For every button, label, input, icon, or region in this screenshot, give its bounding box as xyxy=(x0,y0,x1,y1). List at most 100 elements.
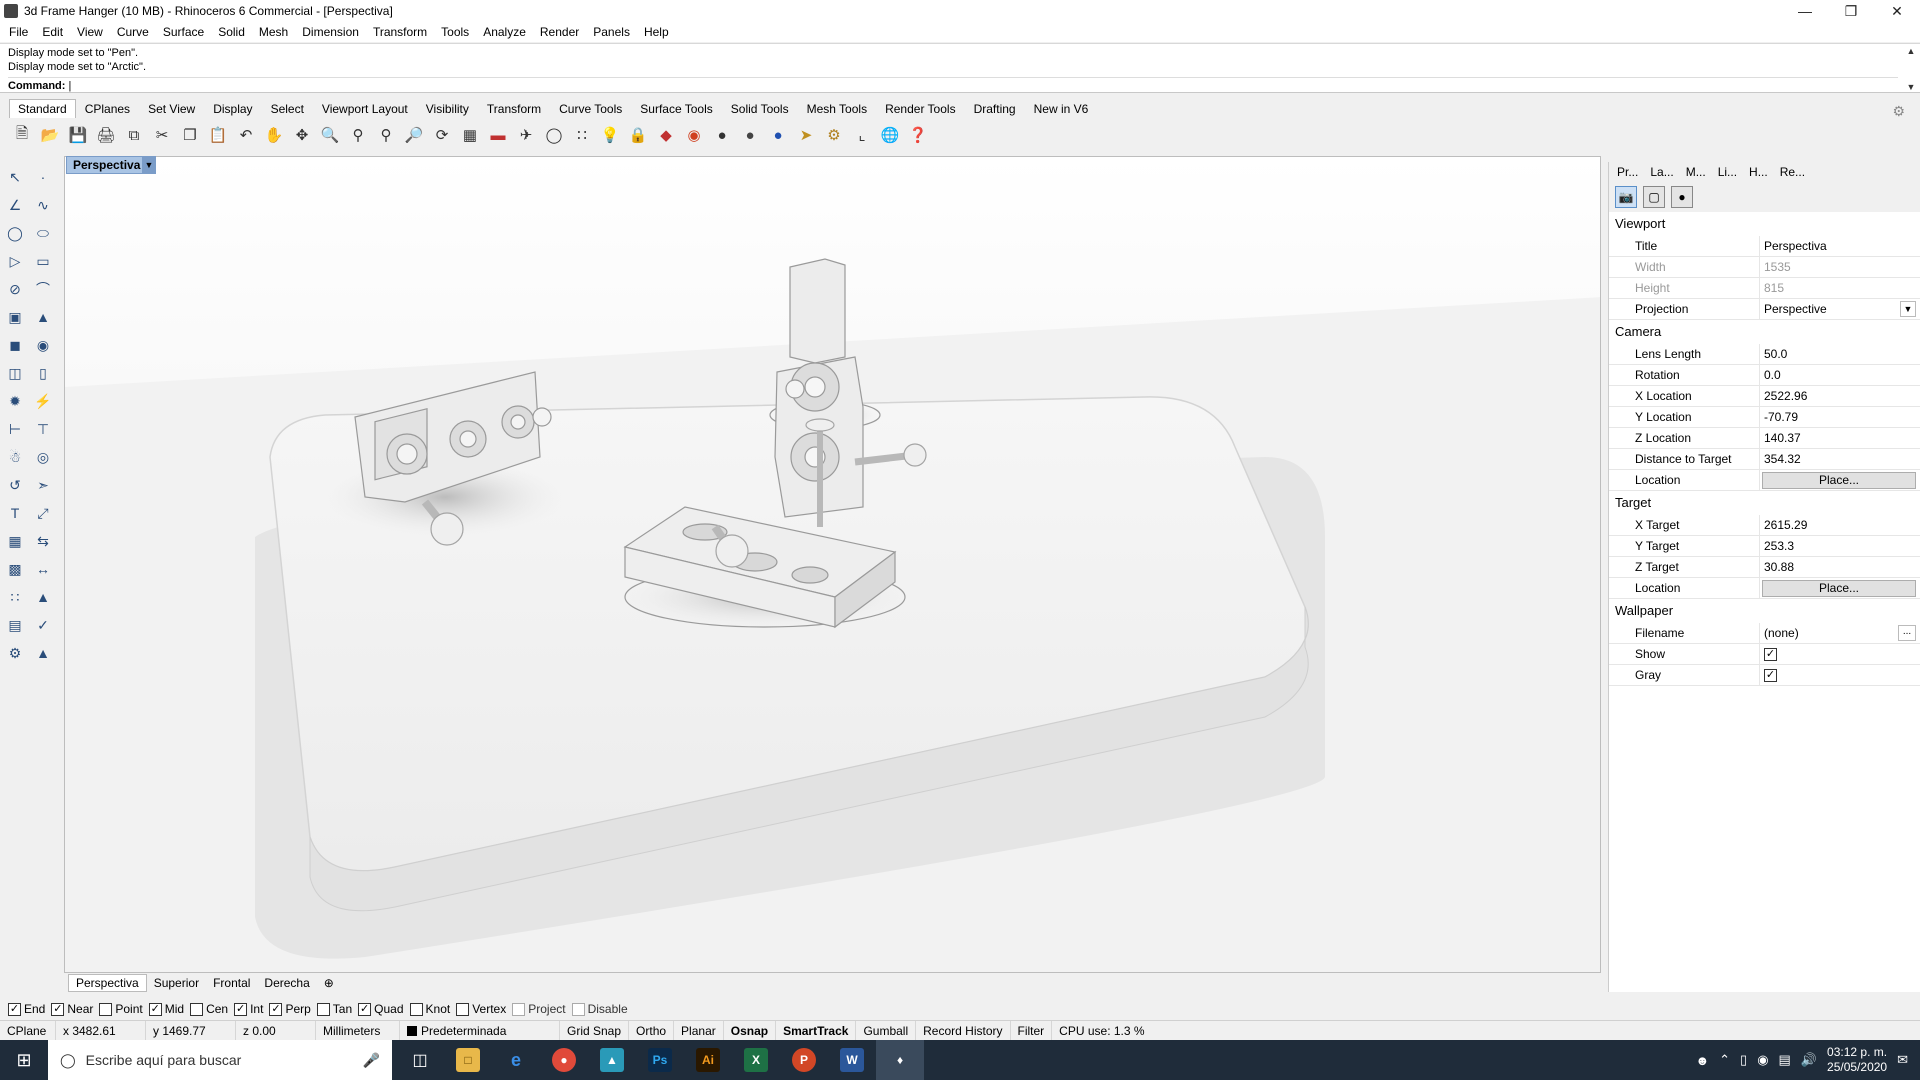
add-viewport-icon[interactable]: ⊕ xyxy=(317,975,341,991)
color-wheel-icon[interactable]: ◉ xyxy=(682,123,706,147)
car-render-icon[interactable]: ▬ xyxy=(486,123,510,147)
tab-cplanes[interactable]: CPlanes xyxy=(76,99,139,118)
grid-icon[interactable]: ▦ xyxy=(458,123,482,147)
network-icon[interactable]: ▤ xyxy=(1779,1052,1791,1068)
photoshop-icon[interactable]: Ps xyxy=(636,1040,684,1080)
microphone-icon[interactable]: 🎤 xyxy=(363,1052,380,1069)
sphere-render-icon[interactable]: ● xyxy=(738,123,762,147)
grid-snap-toggle[interactable]: Grid Snap xyxy=(560,1020,630,1041)
powerpoint-icon[interactable]: P xyxy=(780,1040,828,1080)
menu-help[interactable]: Help xyxy=(637,25,676,39)
tab-help[interactable]: H... xyxy=(1745,165,1772,179)
point-icon[interactable]: · xyxy=(32,166,54,188)
render-icon[interactable]: ▲ xyxy=(32,586,54,608)
dimension-icon[interactable]: ⌞ xyxy=(850,123,874,147)
osnap-int[interactable]: ✓ Int xyxy=(234,1002,263,1016)
x-location-field[interactable]: 2522.96 xyxy=(1759,385,1920,407)
browse-button[interactable]: ... xyxy=(1898,624,1916,641)
camera-icon[interactable]: 📷 xyxy=(1615,186,1637,208)
planar-toggle[interactable]: Planar xyxy=(674,1020,724,1041)
osnap-checkbox[interactable] xyxy=(456,1002,470,1016)
trim-icon[interactable]: ⊢ xyxy=(4,418,26,440)
gear-icon[interactable]: ⚙ xyxy=(822,123,846,147)
taskbar-search[interactable]: ◯ Escribe aquí para buscar 🎤 xyxy=(48,1040,392,1080)
volume-icon[interactable]: 🔊 xyxy=(1801,1052,1817,1068)
x-target-field[interactable]: 2615.29 xyxy=(1759,514,1920,536)
notifications-icon[interactable]: ✉ xyxy=(1897,1052,1908,1068)
tab-layers[interactable]: La... xyxy=(1646,165,1677,179)
menu-transform[interactable]: Transform xyxy=(366,25,434,39)
tab-display[interactable]: Display xyxy=(204,99,261,118)
tab-libraries[interactable]: Li... xyxy=(1714,165,1741,179)
plane-icon[interactable]: ✈ xyxy=(514,123,538,147)
undo-icon[interactable]: ↶ xyxy=(234,123,258,147)
windows-start-icon[interactable]: ⊞ xyxy=(0,1040,48,1080)
menu-solid[interactable]: Solid xyxy=(211,25,252,39)
zoom-window-icon[interactable]: ⚲ xyxy=(346,123,370,147)
units-label[interactable]: Millimeters xyxy=(316,1020,400,1041)
analyze-icon[interactable]: ◎ xyxy=(32,446,54,468)
clock[interactable]: 03:12 p. m. 25/05/2020 xyxy=(1827,1045,1887,1075)
paste-icon[interactable]: 📋 xyxy=(206,123,230,147)
tab-mesh-tools[interactable]: Mesh Tools xyxy=(798,99,876,118)
restore-icon[interactable]: ❐ xyxy=(1828,0,1874,22)
osnap-checkbox[interactable]: ✓ xyxy=(51,1002,65,1016)
command-prompt[interactable]: Command: | xyxy=(8,77,1898,92)
edge-icon[interactable]: e xyxy=(492,1040,540,1080)
zoom-extents-icon[interactable]: ⚲ xyxy=(374,123,398,147)
menu-tools[interactable]: Tools xyxy=(434,25,476,39)
chevron-up-icon[interactable]: ⌃ xyxy=(1719,1052,1730,1068)
zoom-selected-icon[interactable]: 🔎 xyxy=(402,123,426,147)
smarttrack-toggle[interactable]: SmartTrack xyxy=(776,1020,857,1041)
tab-viewport-layout[interactable]: Viewport Layout xyxy=(313,99,417,118)
usb-icon[interactable]: ▯ xyxy=(1740,1052,1747,1068)
menu-curve[interactable]: Curve xyxy=(110,25,156,39)
tab-derecha[interactable]: Derecha xyxy=(257,975,316,991)
ellipse-icon[interactable]: ⬭ xyxy=(32,222,54,244)
camera-place-button[interactable]: Place... xyxy=(1762,471,1916,489)
tab-curve-tools[interactable]: Curve Tools xyxy=(550,99,631,118)
ortho-toggle[interactable]: Ortho xyxy=(629,1020,675,1041)
curve-icon[interactable]: ∿ xyxy=(32,194,54,216)
osnap-quad[interactable]: ✓ Quad xyxy=(358,1002,404,1016)
record-history-toggle[interactable]: Record History xyxy=(916,1020,1011,1041)
osnap-checkbox[interactable]: ✓ xyxy=(234,1002,248,1016)
print-icon[interactable]: 🖨 xyxy=(94,123,118,147)
tab-render-tools[interactable]: Render Tools xyxy=(876,99,965,118)
gray-checkbox[interactable]: ✓ xyxy=(1764,668,1777,682)
tab-frontal[interactable]: Frontal xyxy=(206,975,257,991)
copy-icon[interactable]: ❐ xyxy=(178,123,202,147)
import-icon[interactable]: ⧉ xyxy=(122,123,146,147)
cut-icon[interactable]: ✂ xyxy=(150,123,174,147)
people-icon[interactable]: ☻ xyxy=(1695,1053,1709,1068)
grid-array-icon[interactable]: ∷ xyxy=(4,586,26,608)
pan-icon[interactable]: ✥ xyxy=(290,123,314,147)
circle-tool-icon[interactable]: ◯ xyxy=(4,222,26,244)
osnap-checkbox[interactable]: ✓ xyxy=(148,1002,162,1016)
osnap-project[interactable]: Project xyxy=(512,1002,566,1016)
show-checkbox[interactable]: ✓ xyxy=(1764,647,1777,661)
osnap-mid[interactable]: ✓ Mid xyxy=(148,1002,184,1016)
tab-properties[interactable]: Pr... xyxy=(1613,165,1642,179)
osnap-end[interactable]: ✓ End xyxy=(8,1002,45,1016)
dimension-tool-icon[interactable]: ↔ xyxy=(32,558,54,580)
distance-field[interactable]: 354.32 xyxy=(1759,448,1920,470)
file-explorer-icon[interactable]: □ xyxy=(444,1040,492,1080)
rotate-view-icon[interactable]: ⟳ xyxy=(430,123,454,147)
word-icon[interactable]: W xyxy=(828,1040,876,1080)
scale-icon[interactable]: ⤢ xyxy=(32,502,54,524)
tab-set-view[interactable]: Set View xyxy=(139,99,204,118)
open-icon[interactable]: 📂 xyxy=(38,123,62,147)
app-tray-icon[interactable]: ◉ xyxy=(1757,1052,1768,1068)
filter-icon[interactable]: ➤ xyxy=(794,123,818,147)
z-location-field[interactable]: 140.37 xyxy=(1759,427,1920,449)
tab-drafting[interactable]: Drafting xyxy=(965,99,1025,118)
command-scrollbar[interactable]: ▲ ▼ xyxy=(1904,46,1918,92)
menu-panels[interactable]: Panels xyxy=(586,25,637,39)
osnap-checkbox[interactable]: ✓ xyxy=(358,1002,372,1016)
box-icon[interactable]: ◼ xyxy=(4,334,26,356)
osnap-toggle[interactable]: Osnap xyxy=(724,1020,777,1041)
save-icon[interactable]: 💾 xyxy=(66,123,90,147)
tab-rendering[interactable]: Re... xyxy=(1776,165,1809,179)
polygon-icon[interactable]: ▷ xyxy=(4,250,26,272)
